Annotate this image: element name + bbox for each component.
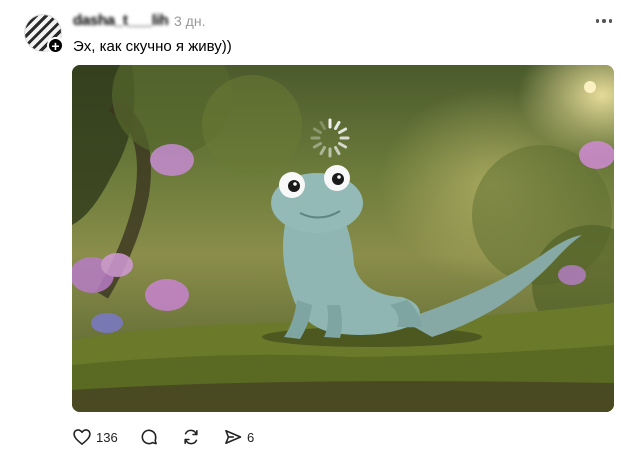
post-time[interactable]: 3 дн. [174,13,205,29]
plus-icon[interactable]: + [47,37,64,54]
post: + dasha_t___lih 3 дн. Эх, как скучно я ж… [0,0,638,449]
comment-button[interactable] [139,426,159,448]
lizard-scene [72,65,614,412]
more-dots-icon[interactable] [594,14,614,28]
loading-spinner-icon [312,120,348,156]
like-count: 136 [96,429,118,445]
send-icon[interactable] [223,427,243,447]
comment-icon[interactable] [139,427,159,447]
username[interactable]: dasha_t___lih [73,12,169,29]
post-image[interactable] [72,65,614,412]
avatar-container[interactable]: + [24,14,64,54]
repost-icon[interactable] [181,427,201,447]
post-caption: Эх, как скучно я живу)) [73,38,232,55]
heart-icon[interactable] [72,427,92,447]
repost-button[interactable] [181,426,201,448]
like-button[interactable]: 136 [72,426,118,448]
share-button[interactable]: 6 [223,426,254,448]
repost-count: 6 [247,429,255,445]
